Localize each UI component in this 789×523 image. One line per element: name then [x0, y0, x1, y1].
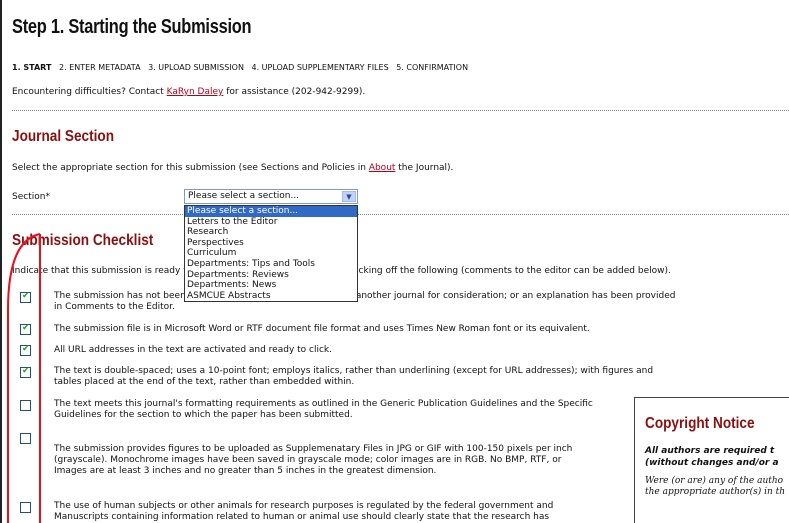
checklist-item-text: The submission file is in Microsoft Word…	[54, 324, 590, 334]
checklist-checkbox[interactable]	[20, 291, 31, 303]
dropdown-option[interactable]: Please select a section...	[185, 206, 357, 217]
copyright-bold-line: All authors are required t	[645, 446, 775, 456]
checklist-checkbox[interactable]	[20, 323, 31, 335]
checklist-heading: Submission Checklist	[12, 232, 154, 249]
copyright-serif-line: the appropriate author(s) in th	[645, 487, 786, 497]
copyright-serif-line: Were (or are) any of the autho	[645, 476, 784, 486]
section-select-value: Please select a section...	[188, 191, 300, 201]
section-select[interactable]: Please select a section... ▼	[184, 189, 358, 204]
dropdown-option[interactable]: Departments: Reviews	[185, 270, 357, 281]
checklist-checkbox[interactable]	[20, 344, 31, 356]
contact-name-link[interactable]: KaRyn Daley	[167, 87, 224, 97]
checklist-item: All URL addresses in the text are activa…	[54, 345, 789, 356]
section-label: Section*	[12, 192, 50, 202]
journal-section-intro: Select the appropriate section for this …	[12, 163, 453, 173]
copyright-bold-text: All authors are required t (without chan…	[645, 445, 789, 469]
checklist-checkbox[interactable]	[20, 366, 31, 378]
checklist-checkbox[interactable]	[20, 433, 31, 444]
contact-suffix: for assistance (202-942-9299).	[223, 87, 366, 97]
contact-line: Encountering difficulties? Contact KaRyn…	[12, 87, 365, 97]
about-link[interactable]: About	[369, 163, 396, 173]
dropdown-option[interactable]: Research	[185, 227, 357, 238]
copyright-serif-text: Were (or are) any of the autho the appro…	[645, 476, 789, 498]
step-upload-supplementary-files[interactable]: 4. UPLOAD SUPPLEMENTARY FILES	[251, 63, 388, 72]
chevron-down-icon[interactable]: ▼	[342, 191, 356, 202]
checklist-item: The submission has not been previously p…	[54, 291, 789, 313]
dropdown-option[interactable]: Perspectives	[185, 238, 357, 249]
checklist-checkbox[interactable]	[20, 400, 31, 411]
divider	[12, 110, 789, 111]
checklist-item-text: in Comments to the Editor.	[54, 302, 175, 312]
dropdown-option[interactable]: Curriculum	[185, 248, 357, 259]
step-start: 1. START	[12, 63, 52, 72]
checklist-checkbox[interactable]	[20, 502, 31, 513]
dropdown-option[interactable]: Departments: News	[185, 280, 357, 291]
dropdown-option[interactable]: ASMCUE Abstracts	[185, 291, 357, 302]
dropdown-option[interactable]: Departments: Tips and Tools	[185, 259, 357, 270]
copyright-heading: Copyright Notice	[645, 415, 755, 432]
checklist-item-text: tables placed at the end of the text, ra…	[54, 377, 355, 387]
checklist-item: The text is double-spaced; uses a 10-poi…	[54, 366, 789, 388]
divider	[12, 214, 789, 215]
intro-suffix: the Journal).	[395, 163, 454, 173]
checklist-item-text: All URL addresses in the text are activa…	[54, 345, 333, 355]
step-enter-metadata[interactable]: 2. ENTER METADATA	[59, 63, 141, 72]
dropdown-option[interactable]: Letters to the Editor	[185, 217, 357, 228]
section-dropdown-list[interactable]: Please select a section... Letters to th…	[184, 205, 358, 303]
copyright-notice-panel: Copyright Notice All authors are require…	[634, 397, 789, 523]
checklist-item-text: The text is double-spaced; uses a 10-poi…	[54, 366, 654, 376]
checklist-item-text: The submission has not been previously p…	[54, 291, 676, 301]
step-upload-submission[interactable]: 3. UPLOAD SUBMISSION	[148, 63, 244, 72]
step-confirmation[interactable]: 5. CONFIRMATION	[396, 63, 468, 72]
checklist-item: The submission file is in Microsoft Word…	[54, 324, 789, 335]
journal-section-heading: Journal Section	[12, 128, 115, 145]
page-title: Step 1. Starting the Submission	[12, 16, 252, 38]
intro-prefix: Select the appropriate section for this …	[12, 163, 369, 173]
copyright-bold-line: (without changes and/or a	[645, 458, 779, 468]
contact-prefix: Encountering difficulties? Contact	[12, 87, 167, 97]
step-navigation: 1. START 2. ENTER METADATA 3. UPLOAD SUB…	[12, 63, 473, 72]
